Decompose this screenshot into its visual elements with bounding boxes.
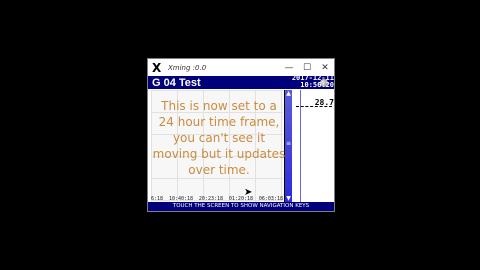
window-title: Xming :0.0 (168, 63, 207, 72)
minimize-button[interactable]: — (280, 63, 298, 73)
app-header: G 04 Test 2017-12-11 10:56:20 (148, 75, 334, 89)
value-panel: 28.7 (292, 90, 334, 202)
scroll-up-icon[interactable]: ▲ (285, 90, 292, 97)
datetime-display: 2017-12-11 10:56:20 (292, 75, 334, 89)
mouse-cursor-icon: ➤ (244, 187, 253, 198)
maximize-button[interactable]: ☐ (298, 63, 316, 73)
value-marker-line (296, 106, 332, 107)
footer-bar[interactable]: TOUCH THE SCREEN TO SHOW NAVIGATION KEYS (148, 202, 334, 211)
annotation-overlay: This is now set to a 24 hour time frame,… (152, 99, 286, 177)
time-text: 10:56:20 (300, 81, 334, 89)
close-button[interactable]: ✕ (316, 63, 334, 73)
xming-logo-icon: X (152, 60, 162, 75)
scroll-thumb-icon[interactable]: ≡ (285, 140, 292, 150)
scroll-down-icon[interactable]: ▼ (285, 195, 292, 202)
